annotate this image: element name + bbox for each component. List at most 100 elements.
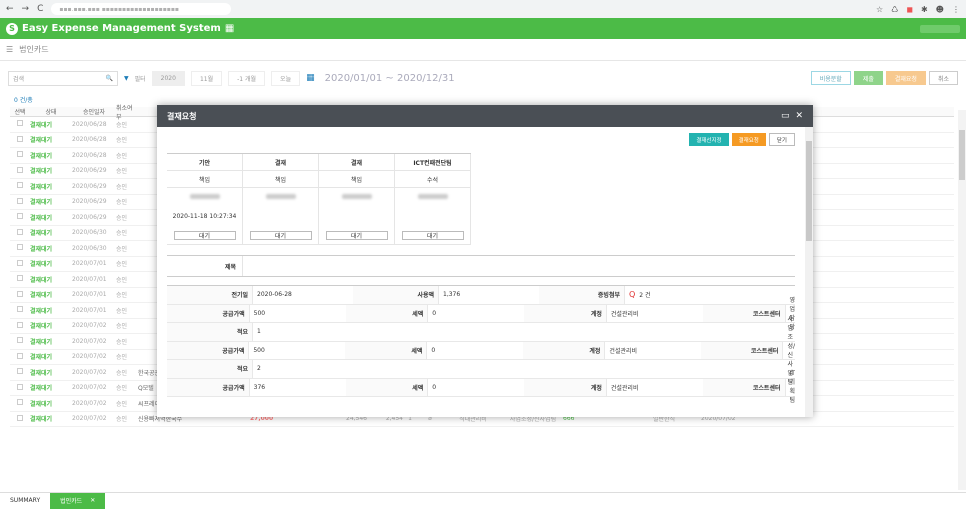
- row-checkbox[interactable]: [10, 290, 30, 299]
- back-icon[interactable]: ←: [6, 4, 14, 14]
- field-label: 세액: [345, 378, 429, 396]
- field-value: 0: [432, 309, 437, 317]
- period-range[interactable]: 2020/01/01 ~ 2020/12/31: [325, 73, 455, 84]
- subject-row: 제목: [167, 255, 795, 277]
- column-header[interactable]: 선택: [10, 107, 30, 116]
- tab-summary[interactable]: SUMMARY: [0, 493, 50, 509]
- approval-cell: 승인: [116, 168, 128, 176]
- month-button[interactable]: 11월: [190, 70, 223, 86]
- field-value: 건설관리비: [609, 347, 638, 355]
- year-button[interactable]: 2020: [151, 70, 185, 86]
- filter-icon[interactable]: ▼: [124, 75, 129, 82]
- row-checkbox[interactable]: [10, 259, 30, 268]
- date-cell: 2020/06/29: [72, 198, 107, 206]
- search-icon[interactable]: 🔍: [106, 75, 113, 82]
- approval-cell: 승인: [116, 199, 128, 207]
- row-checkbox[interactable]: [10, 383, 30, 392]
- tab-label: 법인카드: [60, 498, 83, 505]
- row-checkbox[interactable]: [10, 228, 30, 237]
- field-value: 건설관리비: [610, 310, 639, 318]
- close-icon[interactable]: ✕: [90, 497, 95, 504]
- approver-role: 결재: [319, 154, 394, 171]
- approver-column: 결재 책임 대기: [319, 154, 395, 245]
- split-cost-button[interactable]: 비용분할: [810, 71, 851, 85]
- status-cell: 결재대기: [30, 276, 53, 284]
- maximize-icon[interactable]: ▭: [781, 111, 790, 121]
- row-checkbox[interactable]: [10, 135, 30, 144]
- date-cell: 2020/07/01: [72, 260, 107, 268]
- approval-cell: 승인: [116, 245, 128, 253]
- row-checkbox[interactable]: [10, 151, 30, 159]
- row-checkbox[interactable]: [10, 306, 30, 314]
- approval-cell: 승인: [116, 183, 128, 191]
- search-input[interactable]: 검색 🔍: [8, 70, 118, 86]
- row-checkbox[interactable]: [10, 182, 30, 190]
- approval-cell: 승인: [116, 230, 128, 238]
- row-checkbox[interactable]: [10, 166, 30, 175]
- field-value: 0: [432, 383, 437, 391]
- row-checkbox[interactable]: [10, 337, 30, 345]
- star-icon[interactable]: ☆: [876, 5, 883, 14]
- date-cell: 2020/06/30: [72, 229, 107, 237]
- extension-icon[interactable]: ◼: [906, 5, 913, 14]
- cancel-button[interactable]: 취소: [928, 71, 958, 85]
- puzzle-icon[interactable]: ✱: [921, 5, 928, 14]
- row-checkbox[interactable]: [10, 275, 30, 283]
- designate-approval-line-button[interactable]: 결재선지정: [689, 133, 729, 146]
- status-cell: 결재대기: [30, 400, 53, 408]
- date-cell: 2020/07/02: [72, 415, 107, 423]
- row-checkbox[interactable]: [10, 244, 30, 252]
- close-button[interactable]: 닫기: [768, 133, 795, 146]
- approval-date: [395, 205, 470, 227]
- page-scrollbar[interactable]: [958, 110, 966, 490]
- approver-column: 결재 책임 대기: [243, 154, 319, 245]
- column-header[interactable]: 승인일자: [72, 107, 116, 116]
- subject-label: 제목: [167, 256, 243, 276]
- approval-date: [319, 205, 394, 227]
- field-value: 사업조성/신사업팀: [787, 316, 795, 387]
- menu-icon[interactable]: ⋮: [952, 5, 960, 14]
- row-checkbox[interactable]: [10, 213, 30, 221]
- user-info[interactable]: [920, 24, 960, 33]
- dialog-header: 결재요청 ▭ ✕: [157, 105, 813, 127]
- attachment-field[interactable]: Q 2 건: [625, 286, 795, 304]
- date-cell: 2020/07/01: [72, 291, 107, 299]
- approval-request-button[interactable]: 결재요청: [885, 71, 926, 85]
- filter-button[interactable]: 필터: [135, 74, 146, 83]
- row-checkbox[interactable]: [10, 197, 30, 206]
- column-header[interactable]: 취소여부: [116, 105, 138, 121]
- profile-icon[interactable]: ☻: [936, 5, 944, 14]
- search-icon[interactable]: Q: [629, 290, 635, 299]
- status-cell: 결재대기: [30, 354, 53, 362]
- subject-input[interactable]: [243, 256, 795, 276]
- row-checkbox[interactable]: [10, 321, 30, 330]
- row-checkbox[interactable]: [10, 352, 30, 361]
- submit-button[interactable]: 제출: [853, 71, 883, 85]
- tab-corporate-card[interactable]: 법인카드 ✕: [50, 492, 106, 509]
- status-cell: 결재대기: [30, 199, 53, 207]
- date-cell: 2020/06/29: [72, 213, 107, 221]
- row-checkbox[interactable]: [10, 399, 30, 407]
- today-button[interactable]: 오늘: [271, 70, 301, 86]
- menu-icon[interactable]: ☰: [6, 45, 13, 54]
- prev-month-button[interactable]: -1 개월: [228, 70, 266, 86]
- row-checkbox[interactable]: [10, 120, 30, 128]
- row-checkbox[interactable]: [10, 368, 30, 376]
- column-header[interactable]: 상태: [30, 107, 72, 116]
- approver-position: 책임: [319, 171, 394, 188]
- extension-icon[interactable]: ♺: [891, 5, 898, 14]
- address-bar[interactable]: ▪▪▪.▪▪▪.▪▪▪ ▪▪▪▪▪▪▪▪▪▪▪▪▪▪▪▪▪▪▪: [51, 3, 232, 15]
- grid-icon[interactable]: ▦: [225, 23, 234, 34]
- reload-icon[interactable]: C: [37, 4, 43, 14]
- row-checkbox[interactable]: [10, 414, 30, 423]
- date-cell: 2020/07/02: [72, 353, 107, 361]
- search-placeholder: 검색: [13, 75, 25, 83]
- submit-approval-button[interactable]: 결재요청: [731, 133, 766, 146]
- approval-cell: 승인: [116, 385, 128, 393]
- field-label: 사용액: [353, 286, 439, 304]
- calendar-icon[interactable]: ▦: [306, 73, 315, 83]
- forward-icon[interactable]: →: [22, 4, 30, 14]
- dialog-scrollbar[interactable]: [805, 127, 813, 417]
- close-icon[interactable]: ✕: [795, 111, 803, 121]
- status-cell: 결재대기: [30, 152, 53, 160]
